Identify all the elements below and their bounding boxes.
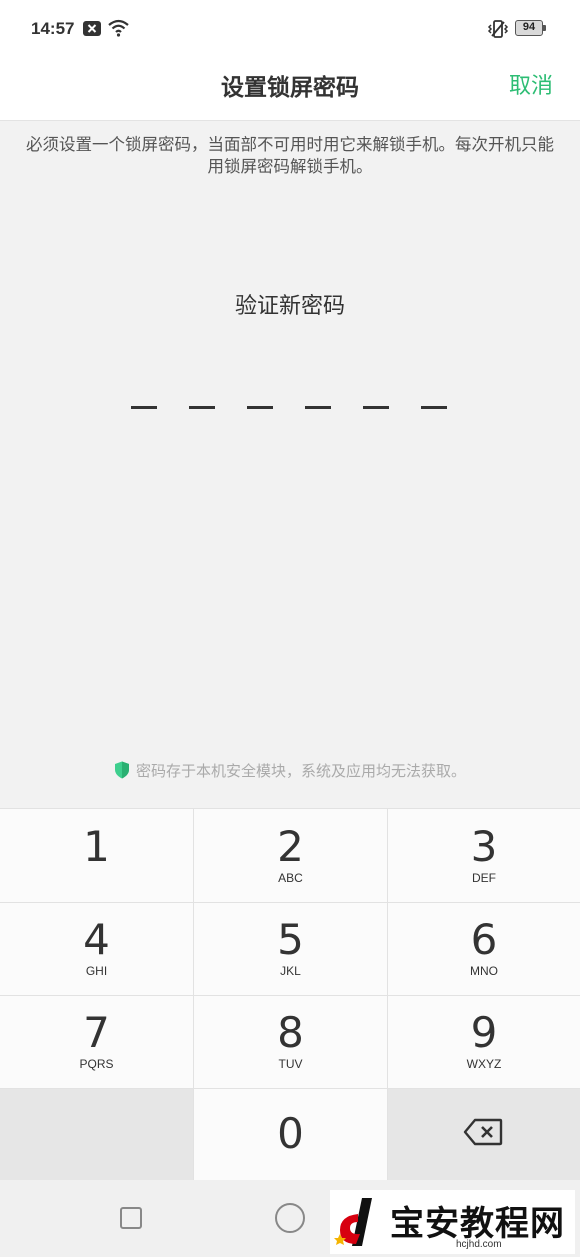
watermark-text: 宝安教程网: [390, 1204, 565, 1244]
key-empty: [0, 1088, 193, 1181]
cancel-button[interactable]: 取消: [509, 68, 553, 100]
key-3[interactable]: 3 DEF: [388, 809, 580, 902]
key-4[interactable]: 4 GHI: [0, 902, 193, 995]
backspace-key[interactable]: [388, 1088, 580, 1181]
pin-slot: [189, 406, 215, 409]
watermark: 宝安教程网 hcjhd.com: [330, 1190, 575, 1254]
pin-slot: [247, 406, 273, 409]
watermark-url: hcjhd.com: [456, 1239, 502, 1250]
pin-slot: [363, 406, 389, 409]
verify-prompt: 验证新密码: [234, 294, 345, 319]
key-1[interactable]: 1: [0, 809, 193, 902]
key-7[interactable]: 7 PQRS: [0, 995, 193, 1088]
shield-icon: [114, 761, 129, 779]
backspace-icon: [463, 1118, 503, 1146]
status-time: 14:57: [31, 19, 75, 38]
pin-entry: [131, 406, 451, 410]
watermark-logo-icon: [334, 1198, 372, 1246]
description-text: 必须设置一个锁屏密码，当面部不可用时用它来解锁手机。每次开机只能用锁屏密码解锁手…: [26, 135, 554, 176]
key-2[interactable]: 2 ABC: [194, 809, 387, 902]
battery-level: 94: [515, 20, 543, 36]
key-8[interactable]: 8 TUV: [194, 995, 387, 1088]
pin-slot: [421, 406, 447, 409]
page-title: 设置锁屏密码: [221, 75, 359, 101]
pin-slot: [305, 406, 331, 409]
secure-note: 密码存于本机安全模块，系统及应用均无法获取。: [0, 760, 580, 781]
secure-note-text: 密码存于本机安全模块，系统及应用均无法获取。: [135, 762, 466, 780]
battery-icon: 94: [515, 20, 547, 38]
home-button[interactable]: [275, 1203, 305, 1233]
status-bar: 14:57 94: [0, 0, 580, 58]
notification-x-icon: [83, 21, 101, 36]
numeric-keypad: 1 2 ABC 3 DEF 4 GHI 5 JKL 6 MNO 7 PQRS 8…: [0, 808, 580, 1181]
key-9[interactable]: 9 WXYZ: [388, 995, 580, 1088]
key-6[interactable]: 6 MNO: [388, 902, 580, 995]
wifi-icon: [108, 19, 129, 37]
key-0[interactable]: 0: [194, 1088, 387, 1181]
vibrate-icon: [487, 20, 509, 38]
recent-apps-button[interactable]: [120, 1207, 142, 1229]
pin-slot: [131, 406, 157, 409]
key-5[interactable]: 5 JKL: [194, 902, 387, 995]
header: 设置锁屏密码 取消: [0, 58, 580, 121]
